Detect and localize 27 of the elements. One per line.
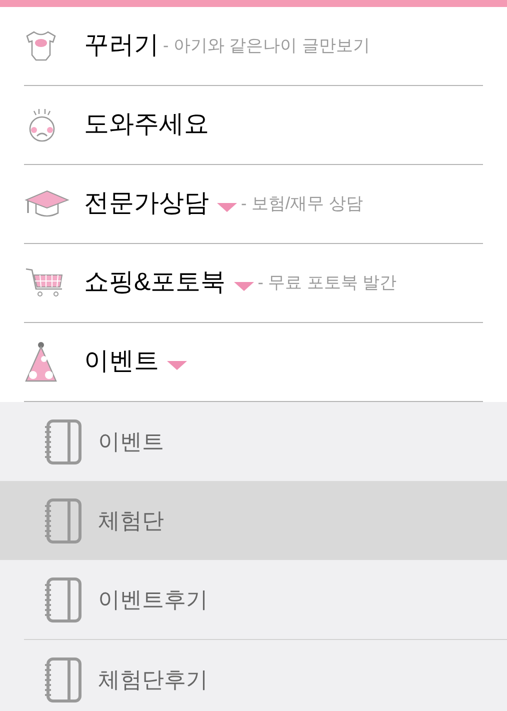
submenu-label: 이벤트 <box>98 428 164 456</box>
menu-item[interactable]: 쇼핑&포토북 - 무료 포토북 발간 <box>24 244 483 323</box>
notebook-icon <box>44 576 82 622</box>
caret-icon <box>234 282 254 290</box>
menu-label: 꾸러기 <box>84 30 159 62</box>
menu-item[interactable]: 전문가상담 - 보험/재무 상담 <box>24 165 483 244</box>
menu-label: 도와주세요 <box>84 109 209 140</box>
submenu-label: 이벤트후기 <box>98 586 208 614</box>
menu-subtitle: - 아기와 같은나이 글만보기 <box>163 35 370 58</box>
notebook-icon <box>44 418 82 464</box>
menu-label: 전문가상담 <box>84 188 209 220</box>
menu-subtitle: - 무료 포토북 발간 <box>258 272 397 294</box>
menu-item[interactable]: 도와주세요 <box>24 86 483 165</box>
baby-bodysuit-icon <box>24 29 58 63</box>
notebook-icon <box>44 656 82 702</box>
submenu-label: 체험단 <box>98 507 164 535</box>
menu-label: 쇼핑&포토북 <box>84 267 226 298</box>
notebook-icon <box>44 498 82 544</box>
menu-label: 이벤트 <box>84 346 159 378</box>
menu-item[interactable]: 꾸러기 - 아기와 같은나이 글만보기 <box>24 7 483 86</box>
submenu-label: 체험단후기 <box>98 666 208 694</box>
caret-icon <box>217 202 237 212</box>
caret-icon <box>167 360 187 370</box>
graduation-cap-icon <box>24 189 70 219</box>
submenu-item[interactable]: 체험단 <box>0 481 507 560</box>
menu-subtitle: - 보험/재무 상담 <box>241 193 363 216</box>
party-hat-icon <box>24 341 58 383</box>
